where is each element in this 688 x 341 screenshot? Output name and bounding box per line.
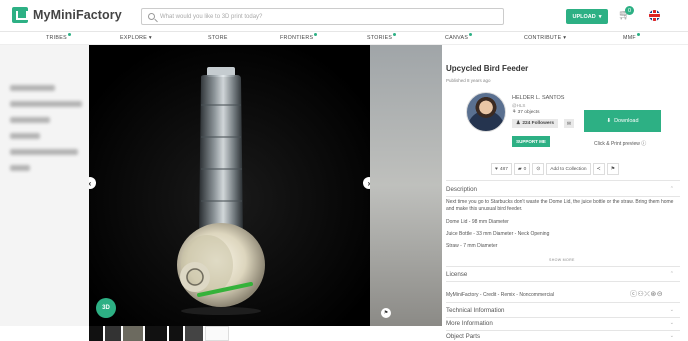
like-button[interactable]: ♥ 487 (491, 163, 512, 175)
new-dot-icon (67, 33, 71, 36)
chevron-down-icon: ▾ (598, 13, 602, 20)
mail-icon: ✉ (566, 120, 572, 127)
language-flag-icon[interactable] (649, 10, 660, 21)
new-dot-icon (636, 33, 640, 36)
license-text: MyMiniFactory - Credit - Remix - Noncomm… (446, 292, 555, 298)
show-more-link[interactable]: SHOW MORE (549, 258, 575, 262)
new-dot-icon (393, 33, 397, 36)
top-bar: MyMiniFactory What would you like to 3D … (0, 0, 688, 32)
chevron-up-icon: ⌃ (669, 271, 674, 277)
nav-item-frontiers[interactable]: FRONTIERS (280, 33, 318, 41)
bird-feeder-photo (89, 45, 370, 326)
thumbnail[interactable] (123, 326, 143, 341)
description-line: Straw - 7 mm Diameter (446, 243, 498, 249)
search-icon (148, 13, 155, 20)
search-placeholder: What would you like to 3D print today? (160, 13, 263, 20)
collection-icon: ⊙ (536, 166, 541, 172)
description-text: Next time you go to Starbucks don't wast… (446, 199, 674, 213)
user-plus-icon: ♟ (516, 121, 521, 126)
download-button[interactable]: ⬇ Download (584, 110, 661, 132)
object-title: Upcycled Bird Feeder (446, 64, 529, 73)
license-heading[interactable]: License ⌃ (446, 271, 680, 278)
chevron-up-icon: ⌃ (669, 186, 674, 192)
author-name[interactable]: HELDER L. SANTOS (512, 95, 564, 101)
follow-button[interactable]: ♟ 224 Followers (512, 119, 559, 128)
nav-item-stories[interactable]: STORIES (367, 33, 397, 41)
next-object-preview[interactable] (370, 45, 442, 326)
chevron-down-icon: ⌄ (669, 320, 674, 326)
message-button[interactable]: ✉ (564, 119, 574, 128)
creative-commons-icons: ⓒ⚇⤫⊛⊝ (630, 291, 664, 298)
report-button[interactable]: ⚑ (606, 163, 619, 175)
previous-object-preview[interactable] (0, 45, 89, 326)
logo-icon (12, 7, 28, 23)
object-image-viewer[interactable]: ‹ › (89, 45, 370, 326)
upload-button[interactable]: UPLOAD ▾ (566, 9, 608, 24)
thumbnail[interactable] (185, 326, 203, 341)
object-parts-heading[interactable]: Object Parts ⌄ (446, 333, 680, 340)
technical-information-heading[interactable]: Technical Information ⌄ (446, 307, 680, 314)
thumbnail[interactable] (145, 326, 167, 341)
brand-name: MyMiniFactory (33, 8, 122, 22)
info-icon: ⓘ (641, 141, 647, 147)
flag-icon: ⚑ (610, 166, 615, 172)
author-avatar[interactable] (466, 92, 506, 132)
description-heading[interactable]: Description ⌃ (446, 186, 680, 193)
chevron-down-icon: ⌄ (669, 307, 674, 313)
description-line: Dome Lid - 98 mm Diameter (446, 219, 509, 225)
click-print-preview-link[interactable]: Click & Print preview ⓘ (594, 140, 646, 147)
share-button[interactable]: ≺ (592, 163, 605, 175)
more-information-heading[interactable]: More Information ⌄ (446, 320, 680, 327)
nav-item-tribes[interactable]: TRIBES (46, 33, 71, 41)
share-icon: ≺ (596, 166, 601, 172)
object-actions: ♥ 487 ▰ 0 ⊙ Add to Collection ≺ ⚑ (491, 163, 619, 175)
collection-icon-button[interactable]: ⊙ (532, 163, 545, 175)
cart-count-badge: 0 (625, 6, 634, 15)
nav-item-mmf[interactable]: MMF (623, 33, 640, 41)
add-to-collection-button[interactable]: Add to Collection (546, 163, 591, 175)
description-line: Juice Bottle - 33 mm Diameter - Neck Ope… (446, 231, 550, 237)
thumbnail[interactable] (205, 326, 229, 341)
nav-item-explore[interactable]: EXPLORE ▾ (120, 35, 152, 41)
thumbnail-strip (89, 326, 442, 341)
thumbnail[interactable] (89, 326, 103, 341)
thumbnail[interactable] (105, 326, 121, 341)
support-me-button[interactable]: SUPPORT ME (512, 136, 550, 147)
author-objects[interactable]: ⚘ 37 objects (512, 110, 540, 115)
object-info-panel: Upcycled Bird Feeder Published 8 years a… (442, 56, 686, 341)
author-handle: @HLS (512, 103, 526, 108)
heart-icon: ♥ (495, 166, 498, 172)
report-flag-button[interactable]: ⚑ (381, 308, 391, 318)
new-dot-icon (314, 33, 318, 36)
comment-icon: ▰ (517, 166, 522, 172)
comments-button[interactable]: ▰ 0 (513, 163, 531, 175)
published-date: Published 8 years ago (446, 78, 491, 83)
brand-logo[interactable]: MyMiniFactory (12, 7, 122, 23)
next-image-button[interactable]: › (363, 177, 370, 189)
thumbnail[interactable] (169, 326, 183, 341)
upload-label: UPLOAD (572, 13, 596, 20)
nav-item-contribute[interactable]: CONTRIBUTE ▾ (524, 35, 566, 41)
search-input[interactable]: What would you like to 3D print today? (141, 8, 504, 25)
new-dot-icon (469, 33, 473, 36)
download-icon: ⬇ (606, 118, 612, 124)
nav-item-store[interactable]: STORE (208, 35, 228, 41)
nav-item-canvas[interactable]: CANVAS (445, 33, 473, 41)
chevron-down-icon: ⌄ (669, 333, 674, 339)
main-nav: TRIBES EXPLORE ▾ STORE FRONTIERS STORIES… (0, 32, 688, 45)
view-3d-button[interactable]: 3D (96, 298, 116, 318)
